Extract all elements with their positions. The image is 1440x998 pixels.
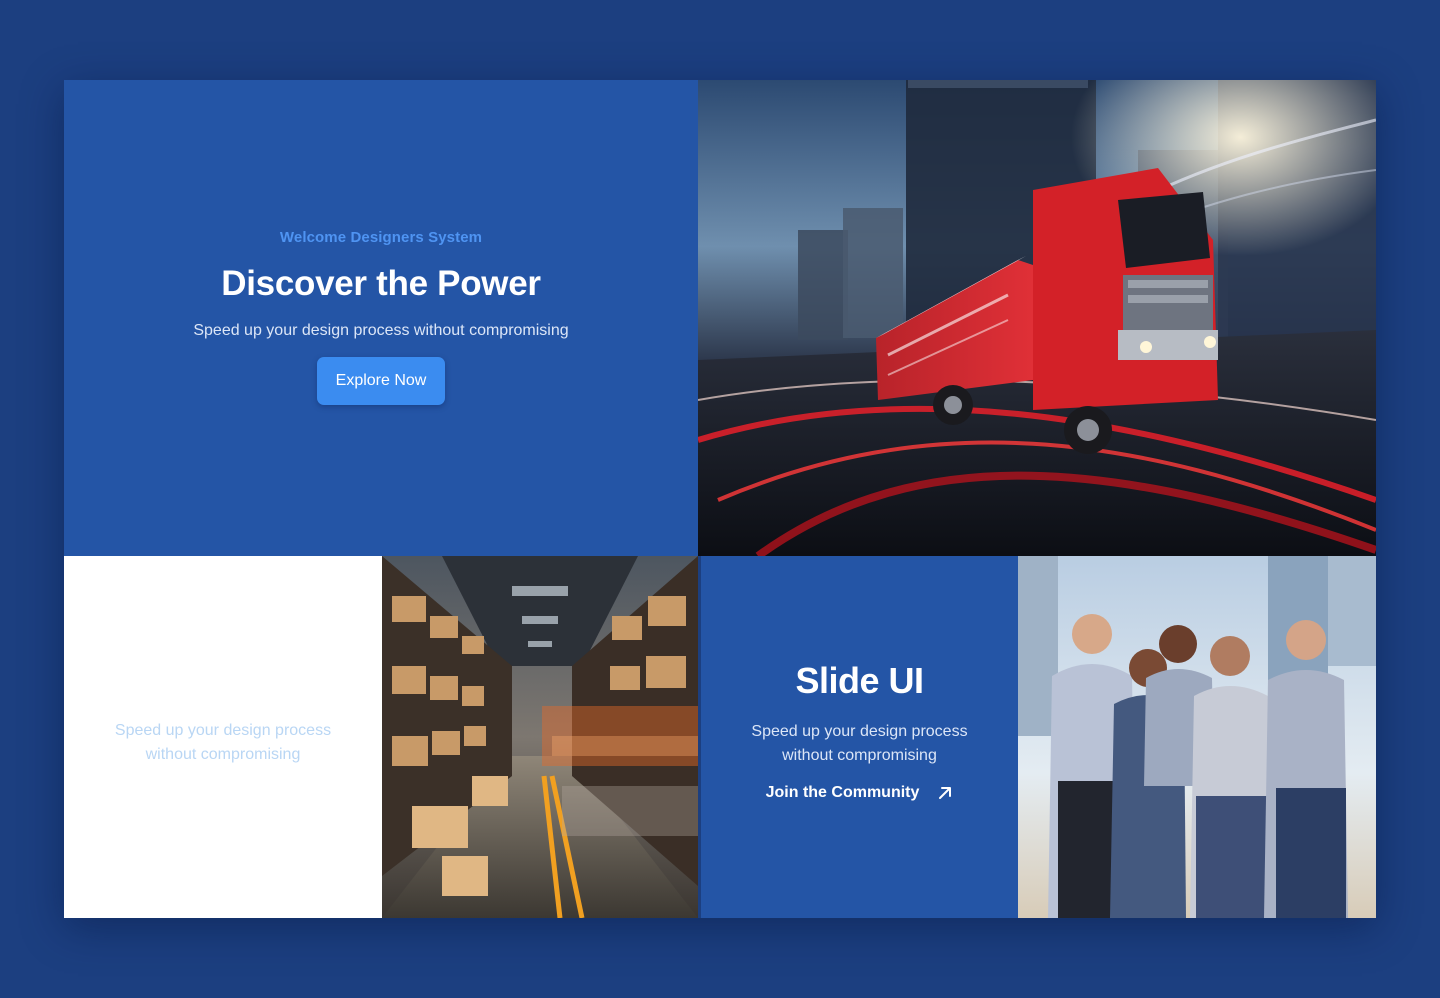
arrow-up-right-icon [937, 785, 953, 801]
warehouse-illustration [382, 556, 698, 918]
tile-text-line-1: Speed up your design process [114, 722, 332, 739]
slide-subtitle-line-2: without compromising [782, 747, 937, 764]
truck-illustration [698, 80, 1376, 556]
hero-grid: Welcome Designers System Discover the Po… [64, 80, 1376, 918]
text-tile: Speed up your design process without com… [64, 556, 382, 918]
hero-title: Discover the Power [221, 264, 541, 303]
hero-subtitle: Speed up your design process without com… [193, 322, 569, 339]
team-image [1018, 556, 1376, 918]
join-community-link[interactable]: Join the Community [766, 784, 954, 802]
slide-subtitle-line-1: Speed up your design process [751, 723, 968, 740]
slide-subtitle: Speed up your design process without com… [751, 720, 967, 768]
hero-panel: Welcome Designers System Discover the Po… [64, 80, 698, 556]
tile-text-line-2: without compromising [145, 746, 301, 763]
warehouse-image [382, 556, 698, 918]
slide-title: Slide UI [795, 660, 924, 701]
explore-now-button[interactable]: Explore Now [317, 357, 445, 405]
tile-text: Speed up your design process without com… [115, 719, 331, 767]
hero-eyebrow: Welcome Designers System [279, 229, 483, 246]
truck-image [698, 80, 1376, 556]
team-illustration [1018, 556, 1376, 918]
slide-panel: Slide UI Speed up your design process wi… [701, 556, 1018, 918]
join-community-label: Join the Community [765, 784, 920, 801]
